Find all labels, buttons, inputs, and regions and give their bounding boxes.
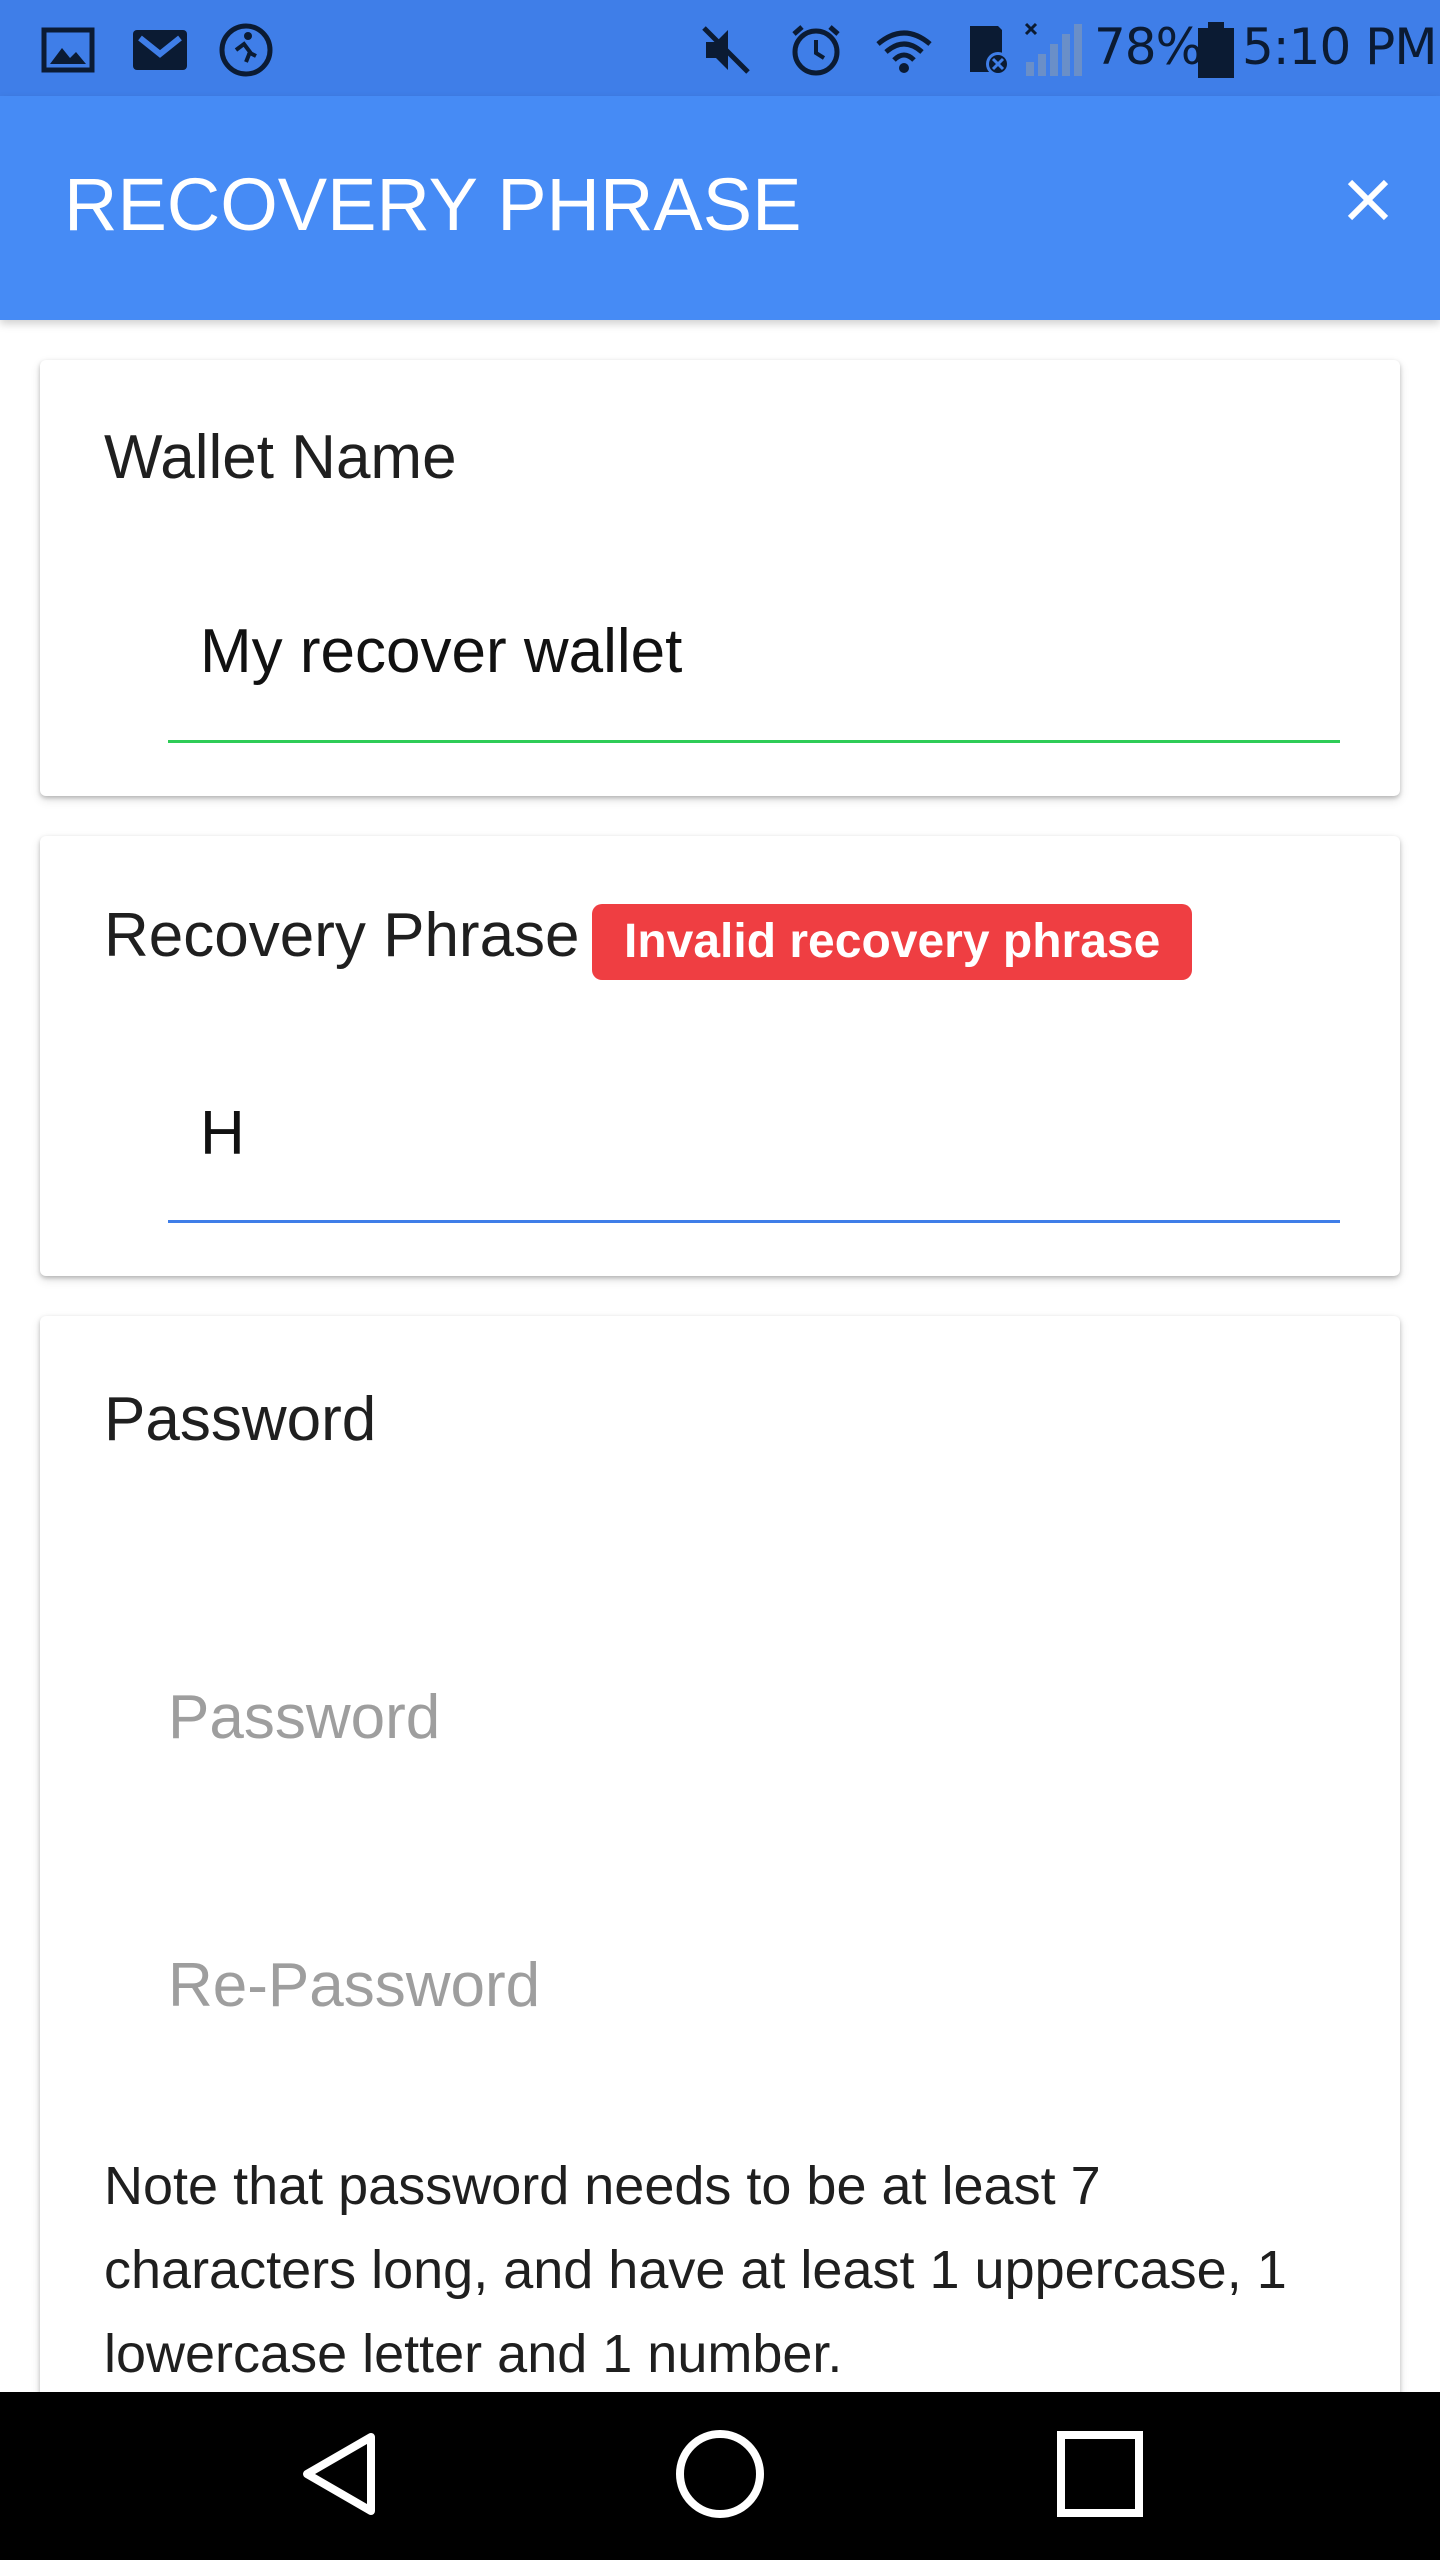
password-label: Password xyxy=(104,1385,377,1454)
wallet-name-input[interactable]: My recover wallet xyxy=(200,616,682,687)
battery-percent: 78% xyxy=(1094,18,1203,76)
repassword-input[interactable]: Re-Password xyxy=(168,1950,540,2021)
gmail-icon xyxy=(130,22,187,78)
home-button[interactable] xyxy=(660,2416,780,2536)
recovery-phrase-card: Recovery Phrase Invalid recovery phrase … xyxy=(40,836,1400,1276)
page-title: RECOVERY PHRASE xyxy=(64,163,802,246)
back-icon xyxy=(295,2429,385,2524)
gallery-icon xyxy=(40,22,96,78)
close-button[interactable] xyxy=(1330,164,1406,240)
wallet-name-card: Wallet Name My recover wallet xyxy=(40,360,1400,796)
password-note: Note that password needs to be at least … xyxy=(104,2156,1287,2384)
status-bar: 78% 5:10 PM xyxy=(0,0,1440,96)
recovery-phrase-label: Recovery Phrase xyxy=(104,901,580,970)
password-card: Password Password Re-Password Note that … xyxy=(40,1316,1400,2456)
nav-bar xyxy=(0,2392,1440,2560)
password-input[interactable]: Password xyxy=(168,1682,440,1753)
battery-icon xyxy=(1196,22,1236,78)
home-icon xyxy=(672,2426,768,2527)
recovery-phrase-input[interactable]: H xyxy=(200,1098,245,1169)
error-badge: Invalid recovery phrase xyxy=(592,904,1193,980)
recents-button[interactable] xyxy=(1040,2416,1160,2536)
close-icon xyxy=(1344,176,1392,229)
alarm-icon xyxy=(788,22,844,78)
wallet-name-underline xyxy=(168,740,1340,743)
wallet-name-label: Wallet Name xyxy=(104,423,457,492)
activity-icon xyxy=(218,22,274,78)
mute-icon xyxy=(698,22,754,78)
recents-icon xyxy=(1055,2429,1145,2524)
signal-icon xyxy=(1022,22,1084,78)
clock: 5:10 PM xyxy=(1242,18,1437,76)
recovery-phrase-underline xyxy=(168,1220,1340,1223)
sd-card-icon xyxy=(958,22,1014,78)
back-button[interactable] xyxy=(280,2416,400,2536)
app-bar: RECOVERY PHRASE xyxy=(0,96,1440,320)
wifi-icon xyxy=(874,22,932,78)
